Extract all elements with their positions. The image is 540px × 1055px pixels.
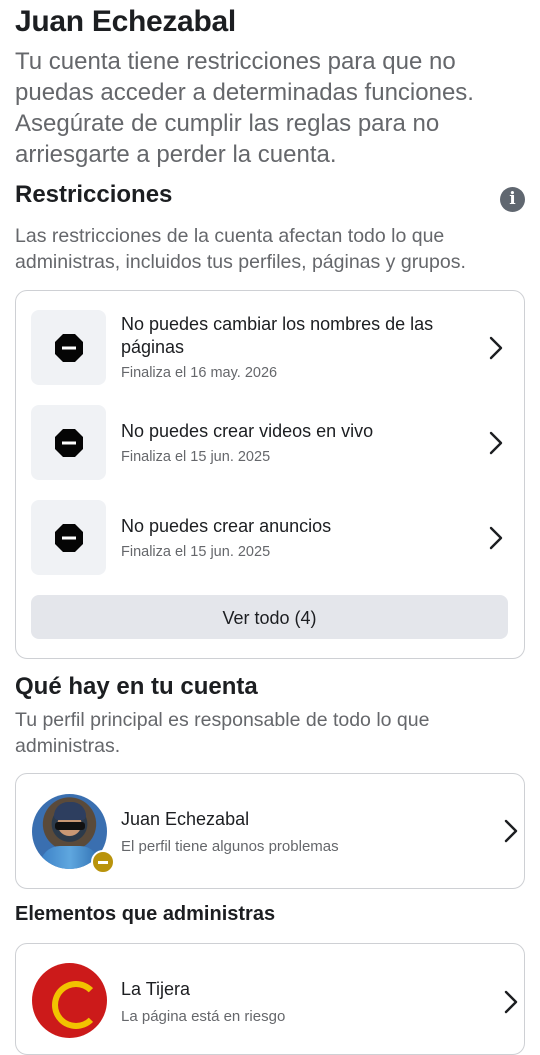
page-title: Juan Echezabal — [15, 5, 236, 38]
restriction-title: No puedes cambiar los nombres de las pág… — [121, 314, 434, 357]
managed-page-card[interactable]: La Tijera La página está en riesgo — [15, 943, 525, 1055]
restriction-end-date: Finaliza el 15 jun. 2025 — [121, 449, 271, 465]
managed-heading: Elementos que administras — [15, 903, 276, 925]
profile-name: Juan Echezabal — [121, 809, 250, 829]
account-warning-text: Tu cuenta tiene restricciones para que n… — [15, 48, 474, 168]
restriction-item[interactable]: No puedes crear videos en vivo Finaliza … — [31, 405, 509, 481]
restriction-end-date: Finaliza el 15 jun. 2025 — [121, 544, 271, 560]
info-icon[interactable]: i — [500, 187, 525, 212]
see-all-button[interactable]: Ver todo (4) — [31, 595, 508, 639]
page-name: La Tijera — [121, 979, 191, 999]
chevron-right-icon — [489, 526, 503, 550]
restrictions-description: Las restricciones de la cuenta afectan t… — [15, 225, 466, 273]
restriction-text: No puedes cambiar los nombres de las pág… — [121, 313, 471, 381]
restriction-title: No puedes crear videos en vivo — [121, 421, 374, 441]
page-text: La Tijera La página está en riesgo — [121, 979, 285, 1025]
restriction-text: No puedes crear anuncios Finaliza el 15 … — [121, 515, 471, 560]
restriction-icon-box — [31, 310, 106, 385]
restriction-item[interactable]: No puedes cambiar los nombres de las pág… — [31, 310, 509, 386]
profile-text: Juan Echezabal El perfil tiene algunos p… — [121, 809, 339, 855]
warning-badge-icon — [91, 850, 115, 874]
account-description: Tu perfil principal es responsable de to… — [15, 709, 430, 757]
restriction-text: No puedes crear videos en vivo Finaliza … — [121, 420, 471, 465]
stop-icon — [55, 334, 83, 362]
chevron-right-icon — [504, 819, 518, 843]
restriction-title: No puedes crear anuncios — [121, 516, 332, 536]
chevron-right-icon — [504, 990, 518, 1014]
restrictions-heading: Restricciones — [15, 181, 173, 208]
profile-card[interactable]: Juan Echezabal El perfil tiene algunos p… — [15, 773, 525, 889]
restrictions-card: No puedes cambiar los nombres de las pág… — [15, 290, 525, 659]
restriction-icon-box — [31, 405, 106, 480]
stop-icon — [55, 524, 83, 552]
stop-icon — [55, 429, 83, 457]
chevron-right-icon — [489, 431, 503, 455]
restriction-icon-box — [31, 500, 106, 575]
chevron-right-icon — [489, 336, 503, 360]
restriction-end-date: Finaliza el 16 may. 2026 — [121, 365, 278, 381]
page-status: La página está en riesgo — [121, 1008, 286, 1025]
restriction-item[interactable]: No puedes crear anuncios Finaliza el 15 … — [31, 500, 509, 576]
account-heading: Qué hay en tu cuenta — [15, 673, 258, 700]
profile-status: El perfil tiene algunos problemas — [121, 838, 339, 855]
page-avatar — [32, 963, 107, 1038]
